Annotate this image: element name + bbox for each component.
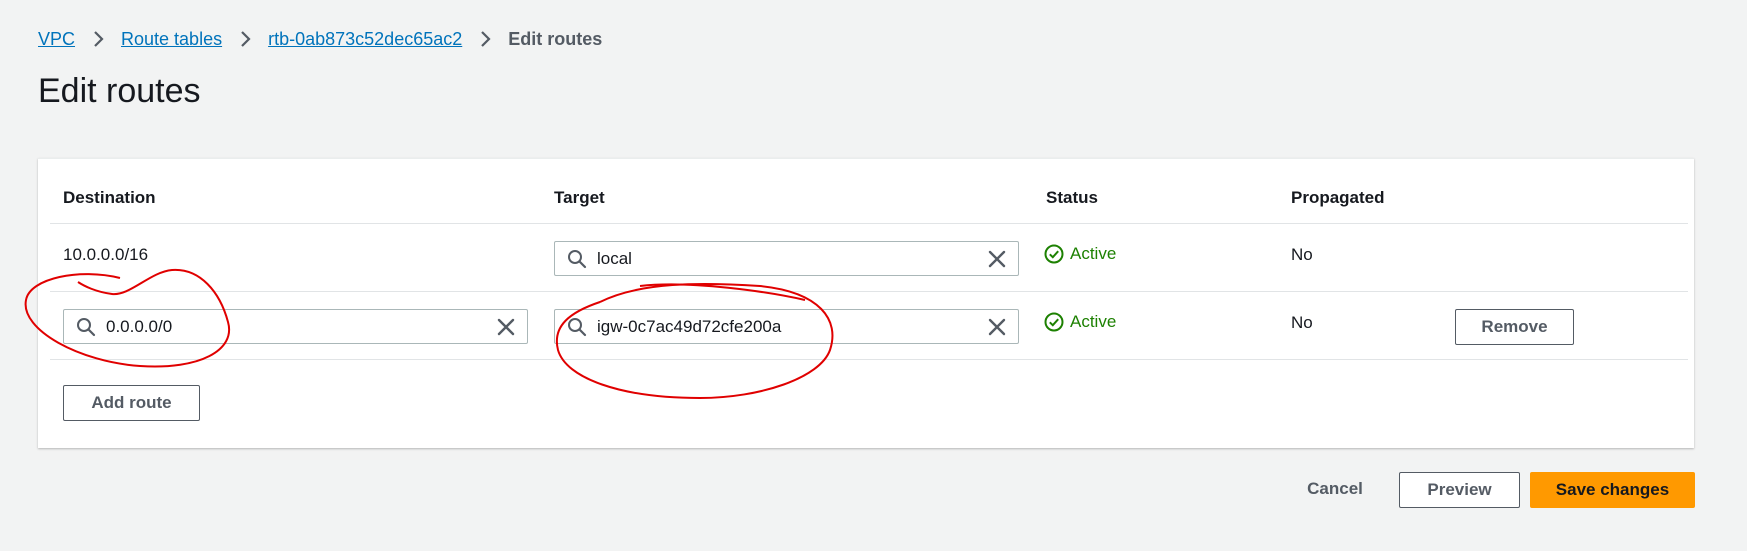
column-header-target: Target bbox=[554, 188, 605, 207]
destination-input[interactable] bbox=[63, 309, 528, 344]
column-header-propagated: Propagated bbox=[1291, 188, 1385, 207]
remove-route-button[interactable]: Remove bbox=[1455, 309, 1574, 345]
column-header-status: Status bbox=[1046, 188, 1098, 207]
status-badge: Active bbox=[1044, 244, 1116, 264]
breadcrumb: VPC Route tables rtb-0ab873c52dec65ac2 E… bbox=[38, 28, 602, 50]
propagated-value: No bbox=[1291, 245, 1313, 264]
column-header-destination: Destination bbox=[63, 188, 156, 207]
cancel-button[interactable]: Cancel bbox=[1295, 471, 1375, 507]
page-title: Edit routes bbox=[38, 72, 201, 110]
chevron-right-icon bbox=[481, 31, 491, 47]
target-input[interactable] bbox=[554, 241, 1019, 276]
breadcrumb-link-route-tables[interactable]: Route tables bbox=[121, 29, 222, 50]
close-icon[interactable] bbox=[986, 316, 1008, 338]
destination-input-field[interactable] bbox=[106, 316, 495, 337]
add-route-button[interactable]: Add route bbox=[63, 385, 200, 421]
status-text: Active bbox=[1070, 312, 1117, 331]
destination-value: 10.0.0.0/16 bbox=[63, 245, 149, 264]
status-text: Active bbox=[1070, 244, 1117, 263]
close-icon[interactable] bbox=[495, 316, 517, 338]
divider bbox=[50, 359, 1688, 360]
check-circle-icon bbox=[1044, 244, 1064, 264]
target-input[interactable] bbox=[554, 309, 1019, 344]
search-icon bbox=[568, 249, 587, 268]
search-icon bbox=[568, 317, 587, 336]
close-icon[interactable] bbox=[986, 248, 1008, 270]
target-input-field[interactable] bbox=[597, 248, 986, 269]
target-input-field[interactable] bbox=[597, 316, 986, 337]
preview-button[interactable]: Preview bbox=[1399, 472, 1520, 508]
search-icon bbox=[77, 317, 96, 336]
routes-panel: Destination Target Status Propagated 10.… bbox=[38, 158, 1694, 448]
chevron-right-icon bbox=[241, 31, 251, 47]
status-badge: Active bbox=[1044, 312, 1116, 332]
breadcrumb-link-route-table-id[interactable]: rtb-0ab873c52dec65ac2 bbox=[268, 29, 462, 50]
propagated-value: No bbox=[1291, 313, 1313, 332]
divider bbox=[50, 223, 1688, 224]
save-changes-button[interactable]: Save changes bbox=[1530, 472, 1695, 508]
divider bbox=[50, 291, 1688, 292]
breadcrumb-link-vpc[interactable]: VPC bbox=[38, 29, 75, 50]
check-circle-icon bbox=[1044, 312, 1064, 332]
breadcrumb-current: Edit routes bbox=[508, 28, 603, 49]
chevron-right-icon bbox=[94, 31, 104, 47]
